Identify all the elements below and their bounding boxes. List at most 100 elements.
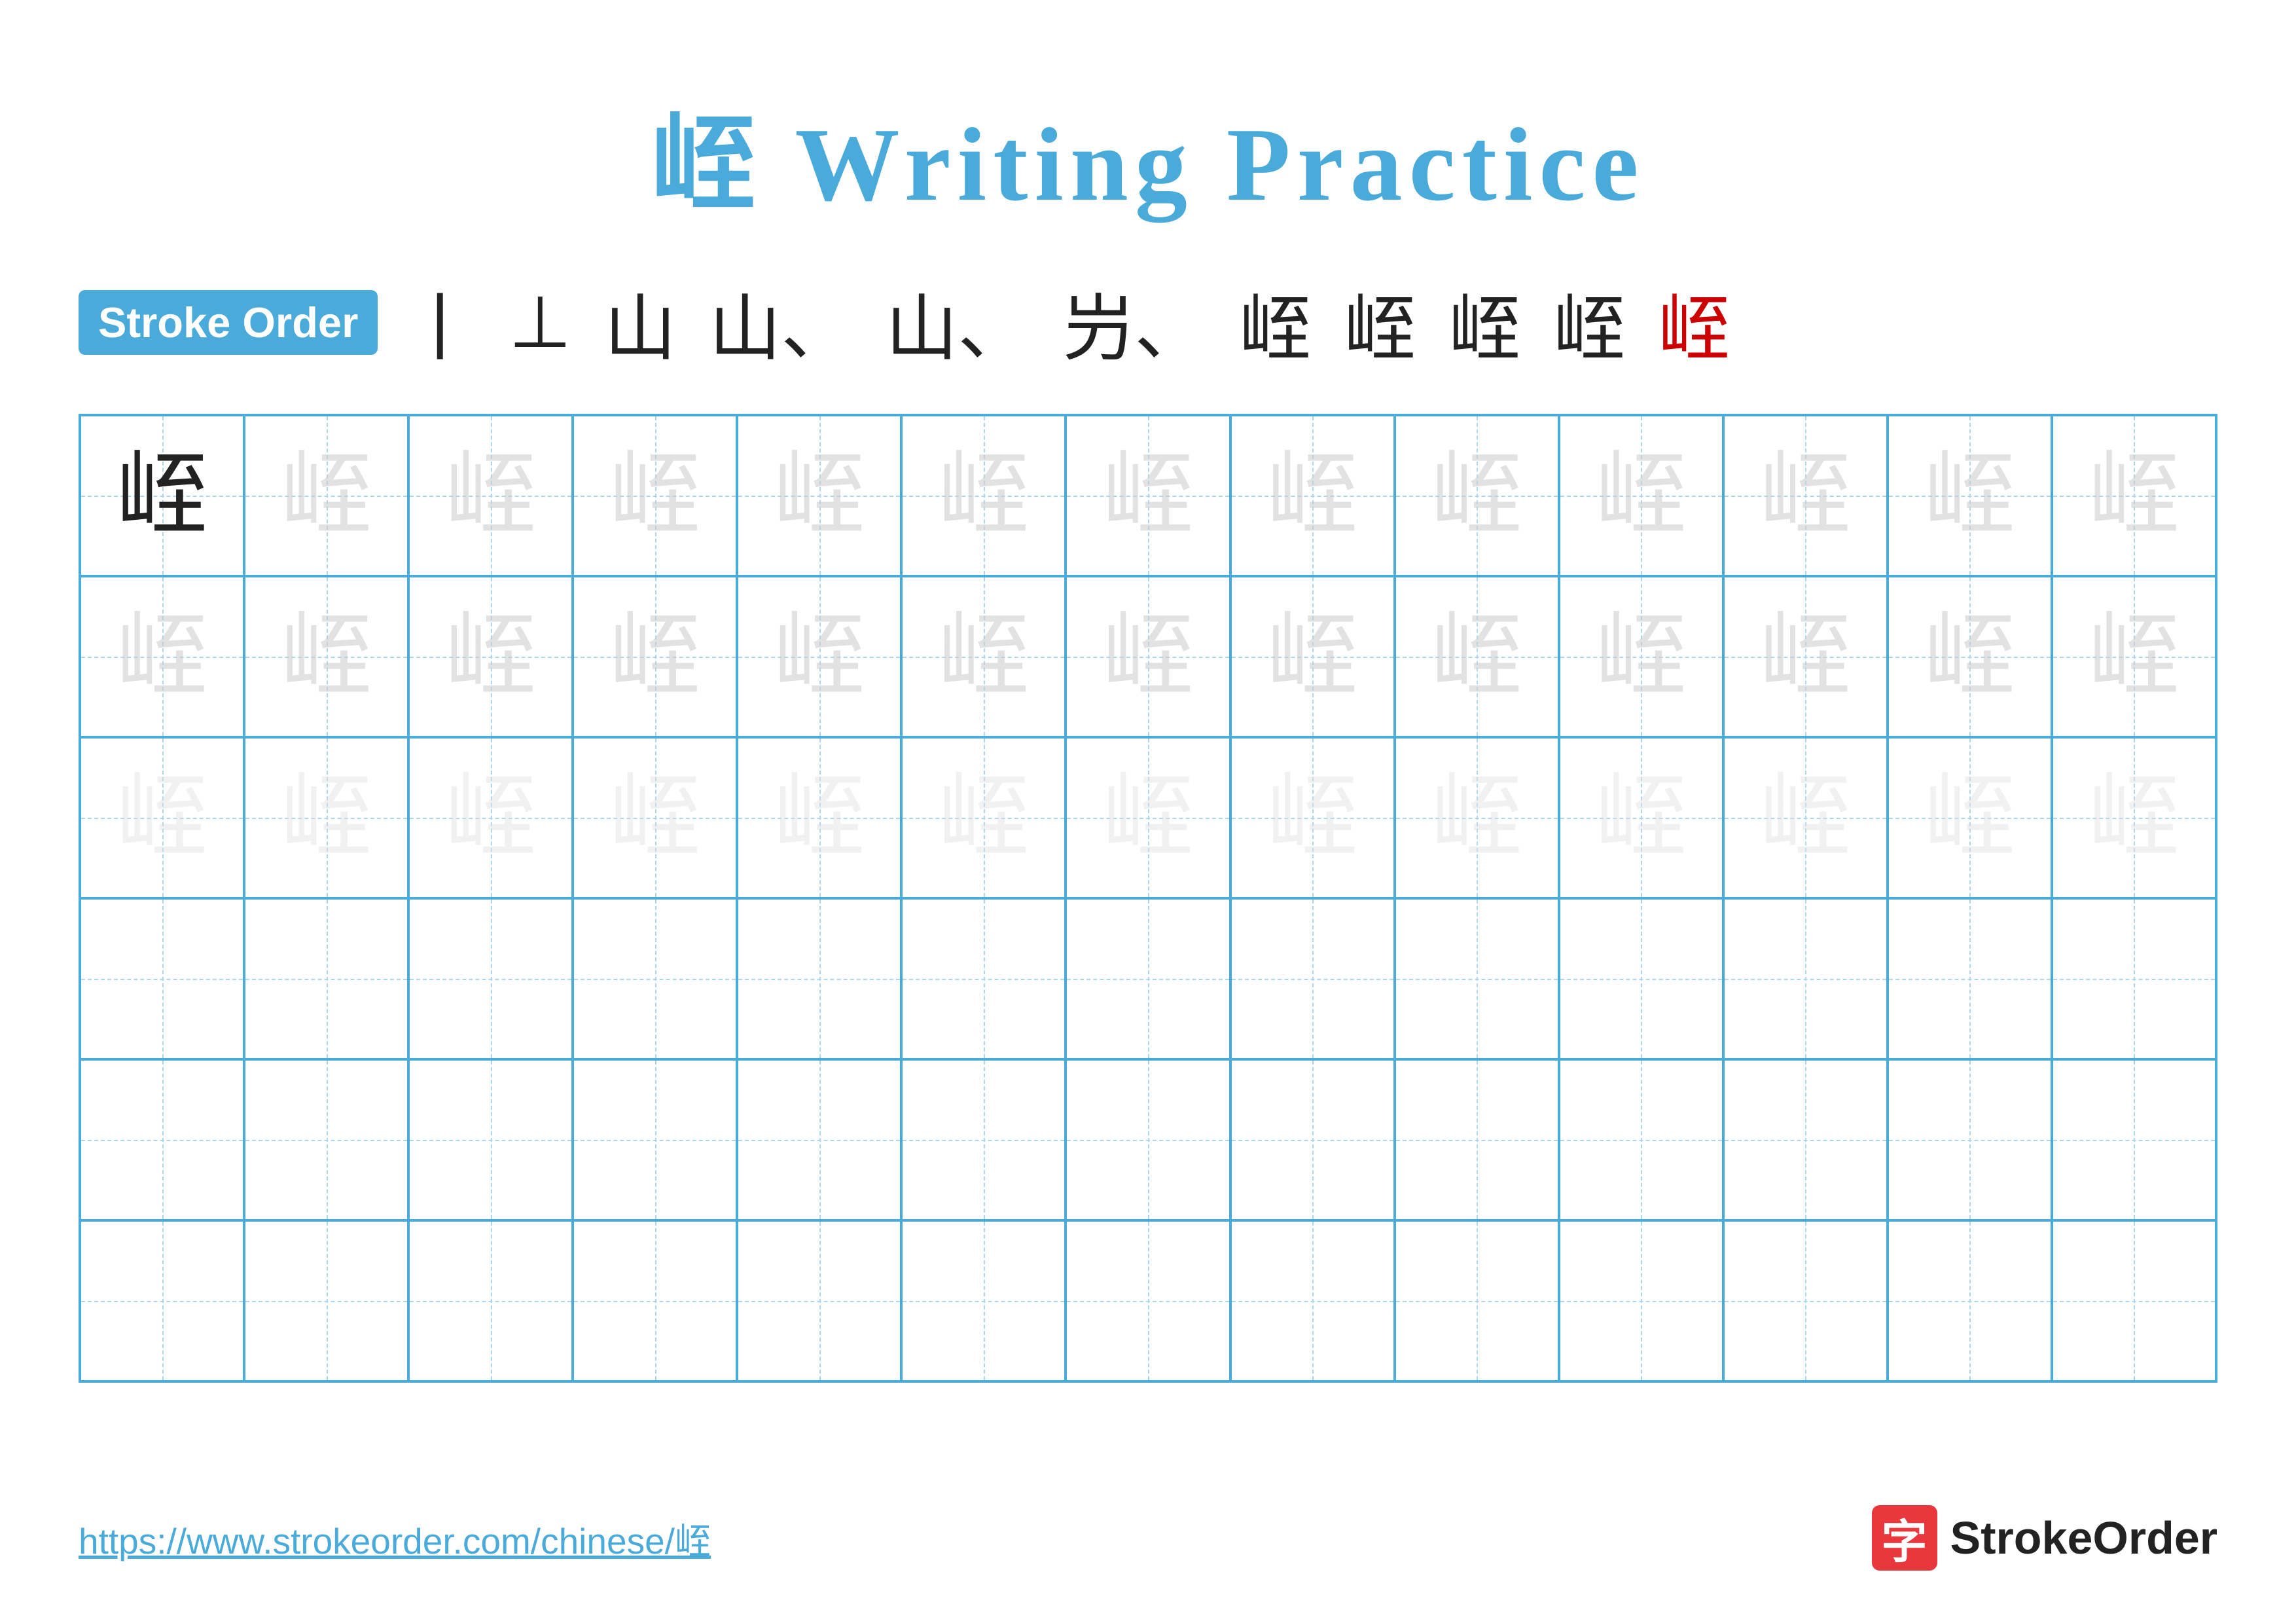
stroke-4: 山、 <box>709 270 853 374</box>
grid-cell-r4c3[interactable] <box>408 898 573 1059</box>
grid-cell-r6c12[interactable] <box>1888 1220 2052 1381</box>
grid-cell-r6c10[interactable] <box>1559 1220 1723 1381</box>
grid-cell-r3c7[interactable]: 峌 <box>1066 737 1230 898</box>
grid-cell-r4c7[interactable] <box>1066 898 1230 1059</box>
grid-cell-r2c9[interactable]: 峌 <box>1395 576 1559 737</box>
grid-cell-r1c13[interactable]: 峌 <box>2052 415 2216 576</box>
grid-cell-r1c7[interactable]: 峌 <box>1066 415 1230 576</box>
grid-cell-r6c7[interactable] <box>1066 1220 1230 1381</box>
grid-cell-r6c1[interactable] <box>80 1220 244 1381</box>
grid-cell-r6c2[interactable] <box>244 1220 408 1381</box>
grid-cell-r2c2[interactable]: 峌 <box>244 576 408 737</box>
grid-cell-r3c10[interactable]: 峌 <box>1559 737 1723 898</box>
grid-cell-r3c2[interactable]: 峌 <box>244 737 408 898</box>
char-r1c10: 峌 <box>1595 450 1687 541</box>
grid-cell-r3c4[interactable]: 峌 <box>573 737 737 898</box>
grid-cell-r3c11[interactable]: 峌 <box>1723 737 1888 898</box>
grid-cell-r5c13[interactable] <box>2052 1059 2216 1220</box>
grid-cell-r5c11[interactable] <box>1723 1059 1888 1220</box>
grid-cell-r3c8[interactable]: 峌 <box>1230 737 1395 898</box>
grid-cell-r5c9[interactable] <box>1395 1059 1559 1220</box>
char-r3c12: 峌 <box>1924 772 2015 864</box>
char-r3c11: 峌 <box>1759 772 1851 864</box>
grid-cell-r1c12[interactable]: 峌 <box>1888 415 2052 576</box>
char-r2c12: 峌 <box>1924 611 2015 702</box>
grid-cell-r2c8[interactable]: 峌 <box>1230 576 1395 737</box>
practice-grid: 峌 峌 峌 峌 峌 峌 峌 峌 峌 峌 峌 峌 <box>79 414 2217 1383</box>
char-r3c6: 峌 <box>938 772 1030 864</box>
grid-cell-r2c7[interactable]: 峌 <box>1066 576 1230 737</box>
grid-cell-r4c5[interactable] <box>737 898 901 1059</box>
grid-cell-r6c8[interactable] <box>1230 1220 1395 1381</box>
grid-cell-r3c3[interactable]: 峌 <box>408 737 573 898</box>
grid-cell-r4c1[interactable] <box>80 898 244 1059</box>
grid-cell-r4c8[interactable] <box>1230 898 1395 1059</box>
grid-cell-r1c1[interactable]: 峌 <box>80 415 244 576</box>
grid-cell-r5c2[interactable] <box>244 1059 408 1220</box>
grid-cell-r1c2[interactable]: 峌 <box>244 415 408 576</box>
grid-cell-r3c6[interactable]: 峌 <box>901 737 1066 898</box>
grid-cell-r1c8[interactable]: 峌 <box>1230 415 1395 576</box>
stroke-3: 山 <box>604 270 676 374</box>
grid-cell-r5c1[interactable] <box>80 1059 244 1220</box>
stroke-order-row: Stroke Order 丨 ⊥ 山 山、 山、 屶、 峌 峌 峌 峌 峌 <box>79 270 2217 374</box>
grid-cell-r2c6[interactable]: 峌 <box>901 576 1066 737</box>
grid-cell-r5c6[interactable] <box>901 1059 1066 1220</box>
char-r3c9: 峌 <box>1431 772 1522 864</box>
grid-cell-r2c10[interactable]: 峌 <box>1559 576 1723 737</box>
grid-cell-r2c4[interactable]: 峌 <box>573 576 737 737</box>
grid-cell-r2c12[interactable]: 峌 <box>1888 576 2052 737</box>
char-r2c4: 峌 <box>609 611 701 702</box>
char-r2c8: 峌 <box>1266 611 1358 702</box>
grid-cell-r3c12[interactable]: 峌 <box>1888 737 2052 898</box>
grid-cell-r6c11[interactable] <box>1723 1220 1888 1381</box>
grid-cell-r5c3[interactable] <box>408 1059 573 1220</box>
grid-cell-r5c12[interactable] <box>1888 1059 2052 1220</box>
grid-cell-r2c3[interactable]: 峌 <box>408 576 573 737</box>
char-r2c11: 峌 <box>1759 611 1851 702</box>
grid-cell-r3c5[interactable]: 峌 <box>737 737 901 898</box>
grid-cell-r6c13[interactable] <box>2052 1220 2216 1381</box>
grid-cell-r2c11[interactable]: 峌 <box>1723 576 1888 737</box>
grid-cell-r4c12[interactable] <box>1888 898 2052 1059</box>
grid-cell-r2c1[interactable]: 峌 <box>80 576 244 737</box>
grid-cell-r1c3[interactable]: 峌 <box>408 415 573 576</box>
grid-cell-r3c9[interactable]: 峌 <box>1395 737 1559 898</box>
grid-cell-r3c13[interactable]: 峌 <box>2052 737 2216 898</box>
char-r3c3: 峌 <box>445 772 537 864</box>
grid-cell-r6c9[interactable] <box>1395 1220 1559 1381</box>
grid-cell-r1c5[interactable]: 峌 <box>737 415 901 576</box>
grid-cell-r5c5[interactable] <box>737 1059 901 1220</box>
brand-name: StrokeOrder <box>1950 1512 2217 1564</box>
footer-url[interactable]: https://www.strokeorder.com/chinese/峌 <box>79 1512 711 1564</box>
grid-cell-r4c2[interactable] <box>244 898 408 1059</box>
grid-cell-r2c13[interactable]: 峌 <box>2052 576 2216 737</box>
grid-cell-r4c13[interactable] <box>2052 898 2216 1059</box>
char-r2c3: 峌 <box>445 611 537 702</box>
grid-cell-r6c3[interactable] <box>408 1220 573 1381</box>
grid-cell-r1c11[interactable]: 峌 <box>1723 415 1888 576</box>
stroke-chars: 丨 ⊥ 山 山、 山、 屶、 峌 峌 峌 峌 峌 <box>404 270 1730 374</box>
grid-cell-r1c4[interactable]: 峌 <box>573 415 737 576</box>
stroke-2: ⊥ <box>509 280 571 365</box>
grid-cell-r1c6[interactable]: 峌 <box>901 415 1066 576</box>
grid-cell-r5c7[interactable] <box>1066 1059 1230 1220</box>
grid-cell-r1c10[interactable]: 峌 <box>1559 415 1723 576</box>
grid-cell-r4c10[interactable] <box>1559 898 1723 1059</box>
grid-cell-r5c10[interactable] <box>1559 1059 1723 1220</box>
grid-cell-r6c5[interactable] <box>737 1220 901 1381</box>
grid-cell-r4c9[interactable] <box>1395 898 1559 1059</box>
grid-cell-r4c11[interactable] <box>1723 898 1888 1059</box>
grid-cell-r4c4[interactable] <box>573 898 737 1059</box>
title-section: 峌 Writing Practice <box>79 79 2217 230</box>
grid-cell-r1c9[interactable]: 峌 <box>1395 415 1559 576</box>
grid-cell-r5c8[interactable] <box>1230 1059 1395 1220</box>
grid-cell-r2c5[interactable]: 峌 <box>737 576 901 737</box>
grid-cell-r6c4[interactable] <box>573 1220 737 1381</box>
grid-cell-r4c6[interactable] <box>901 898 1066 1059</box>
grid-cell-r5c4[interactable] <box>573 1059 737 1220</box>
grid-cell-r6c6[interactable] <box>901 1220 1066 1381</box>
grid-cell-r3c1[interactable]: 峌 <box>80 737 244 898</box>
char-r3c10: 峌 <box>1595 772 1687 864</box>
char-r2c13: 峌 <box>2088 611 2179 702</box>
